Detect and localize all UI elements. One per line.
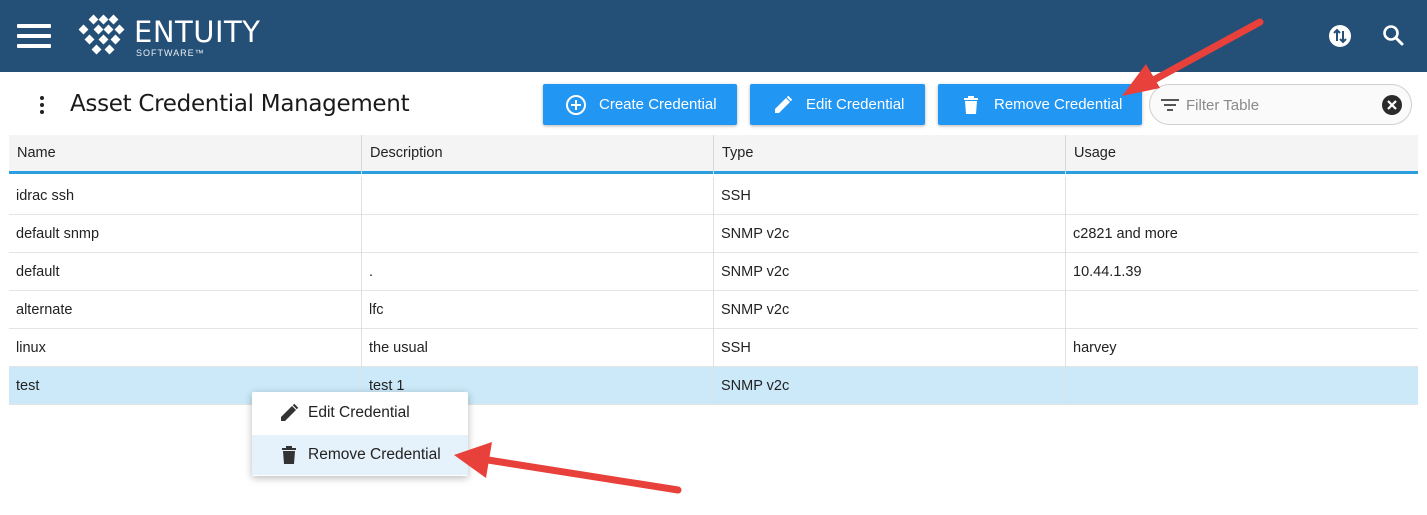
menu-icon[interactable] [17, 24, 51, 48]
filter-icon [1161, 99, 1179, 111]
page-title: Asset Credential Management [70, 91, 410, 117]
add-circle-icon [566, 94, 586, 115]
cell-description [362, 177, 714, 215]
column-header-usage[interactable]: Usage [1066, 135, 1418, 174]
pencil-icon [775, 95, 793, 113]
row-context-menu: Edit Credential Remove Credential [252, 392, 468, 476]
annotation-arrow-bottom [454, 442, 682, 494]
sync-icon[interactable] [1326, 22, 1354, 50]
cell-name: default [9, 253, 362, 291]
pencil-icon [281, 403, 299, 421]
entuity-logo: ENTUITY SOFTWARE™ [76, 14, 260, 60]
table-row-selected[interactable]: test test 1 SNMP v2c [9, 367, 1418, 405]
clear-filter-icon[interactable] [1381, 94, 1403, 116]
table-row[interactable]: idrac ssh SSH [9, 177, 1418, 215]
trash-icon [964, 95, 978, 114]
table-row[interactable]: linux the usual SSH harvey [9, 329, 1418, 367]
remove-credential-label: Remove Credential [994, 96, 1123, 113]
cell-type: SSH [714, 329, 1066, 367]
context-menu-remove-credential[interactable]: Remove Credential [252, 435, 468, 475]
cell-name: default snmp [9, 215, 362, 253]
trash-icon [282, 446, 296, 464]
cell-description: . [362, 253, 714, 291]
cell-type: SNMP v2c [714, 367, 1066, 405]
column-header-name[interactable]: Name [9, 135, 362, 174]
table-row[interactable]: default . SNMP v2c 10.44.1.39 [9, 253, 1418, 291]
search-icon[interactable] [1380, 22, 1408, 50]
cell-name: linux [9, 329, 362, 367]
cell-type: SNMP v2c [714, 253, 1066, 291]
cell-description: the usual [362, 329, 714, 367]
cell-usage [1066, 177, 1418, 215]
top-app-bar: ENTUITY SOFTWARE™ [0, 0, 1427, 72]
cell-usage: harvey [1073, 340, 1117, 356]
table-row[interactable]: default snmp SNMP v2c c2821 and more [9, 215, 1418, 253]
cell-name: idrac ssh [9, 177, 362, 215]
context-menu-edit-credential[interactable]: Edit Credential [252, 393, 468, 433]
entuity-logo-mark-icon [78, 14, 125, 55]
cell-usage: 10.44.1.39 [1073, 264, 1142, 280]
edit-credential-label: Edit Credential [806, 96, 905, 113]
filter-table-box [1149, 84, 1412, 125]
column-header-description[interactable]: Description [362, 135, 714, 174]
column-header-type[interactable]: Type [714, 135, 1066, 174]
cell-usage: c2821 and more [1073, 226, 1178, 242]
page-options-icon[interactable] [34, 92, 50, 118]
cell-usage [1066, 367, 1418, 405]
create-credential-button[interactable]: Create Credential [543, 84, 737, 125]
cell-type: SNMP v2c [714, 215, 1066, 253]
cell-type: SSH [714, 177, 1066, 215]
context-menu-edit-label: Edit Credential [308, 404, 410, 421]
table-header: Name Description Type Usage [9, 135, 1418, 174]
brand-subtitle: SOFTWARE™ [136, 48, 205, 58]
cell-description: lfc [362, 291, 714, 329]
filter-table-input[interactable] [1186, 94, 1376, 116]
cell-usage [1066, 291, 1418, 329]
table-row[interactable]: alternate lfc SNMP v2c [9, 291, 1418, 329]
cell-name: alternate [9, 291, 362, 329]
brand-name: ENTUITY [134, 15, 261, 49]
remove-credential-button[interactable]: Remove Credential [938, 84, 1142, 125]
cell-description [362, 215, 714, 253]
create-credential-label: Create Credential [599, 96, 717, 113]
context-menu-remove-label: Remove Credential [308, 446, 441, 463]
cell-type: SNMP v2c [714, 291, 1066, 329]
edit-credential-button[interactable]: Edit Credential [750, 84, 925, 125]
